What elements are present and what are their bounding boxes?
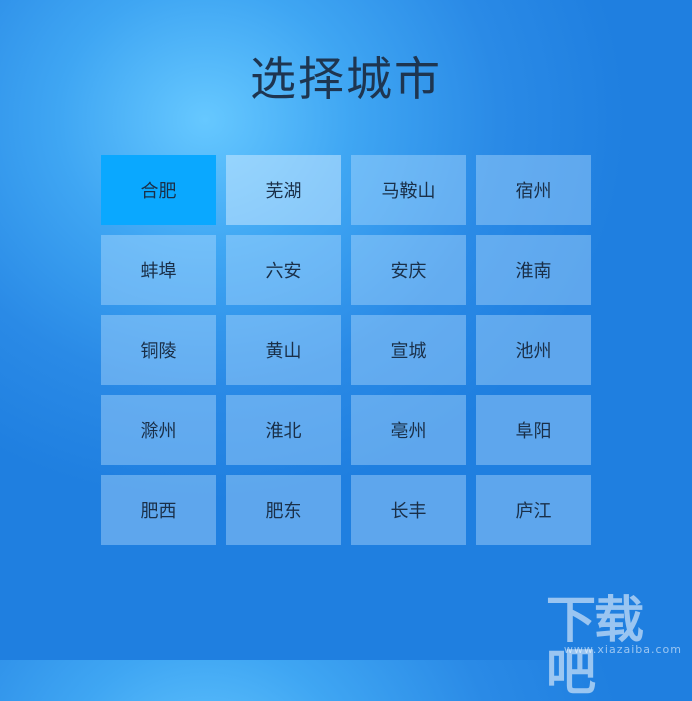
city-button-huaibei[interactable]: 淮北: [226, 395, 341, 465]
watermark-logo: 下载吧 www.xiazaiba.com: [546, 594, 686, 698]
city-button-suzhou[interactable]: 宿州: [476, 155, 591, 225]
city-button-xuancheng[interactable]: 宣城: [351, 315, 466, 385]
city-button-chuzhou[interactable]: 滁州: [101, 395, 216, 465]
city-button-bozhou[interactable]: 亳州: [351, 395, 466, 465]
city-button-wuhu[interactable]: 芜湖: [226, 155, 341, 225]
city-button-huangshan[interactable]: 黄山: [226, 315, 341, 385]
city-button-lujiang[interactable]: 庐江: [476, 475, 591, 545]
city-button-hefei[interactable]: 合肥: [101, 155, 216, 225]
city-button-tongling[interactable]: 铜陵: [101, 315, 216, 385]
city-button-bengbu[interactable]: 蚌埠: [101, 235, 216, 305]
city-button-feixi[interactable]: 肥西: [101, 475, 216, 545]
city-button-feidong[interactable]: 肥东: [226, 475, 341, 545]
page-title: 选择城市: [250, 52, 442, 106]
city-button-changfeng[interactable]: 长丰: [351, 475, 466, 545]
city-button-fuyang[interactable]: 阜阳: [476, 395, 591, 465]
city-button-huainan[interactable]: 淮南: [476, 235, 591, 305]
city-button-maanshan[interactable]: 马鞍山: [351, 155, 466, 225]
city-button-chizhou[interactable]: 池州: [476, 315, 591, 385]
city-grid: 合肥 芜湖 马鞍山 宿州 蚌埠 六安 安庆 淮南 铜陵 黄山 宣城 池州 滁州 …: [101, 155, 591, 545]
watermark-url: www.xiazaiba.com: [563, 643, 682, 656]
city-button-luan[interactable]: 六安: [226, 235, 341, 305]
city-button-anqing[interactable]: 安庆: [351, 235, 466, 305]
